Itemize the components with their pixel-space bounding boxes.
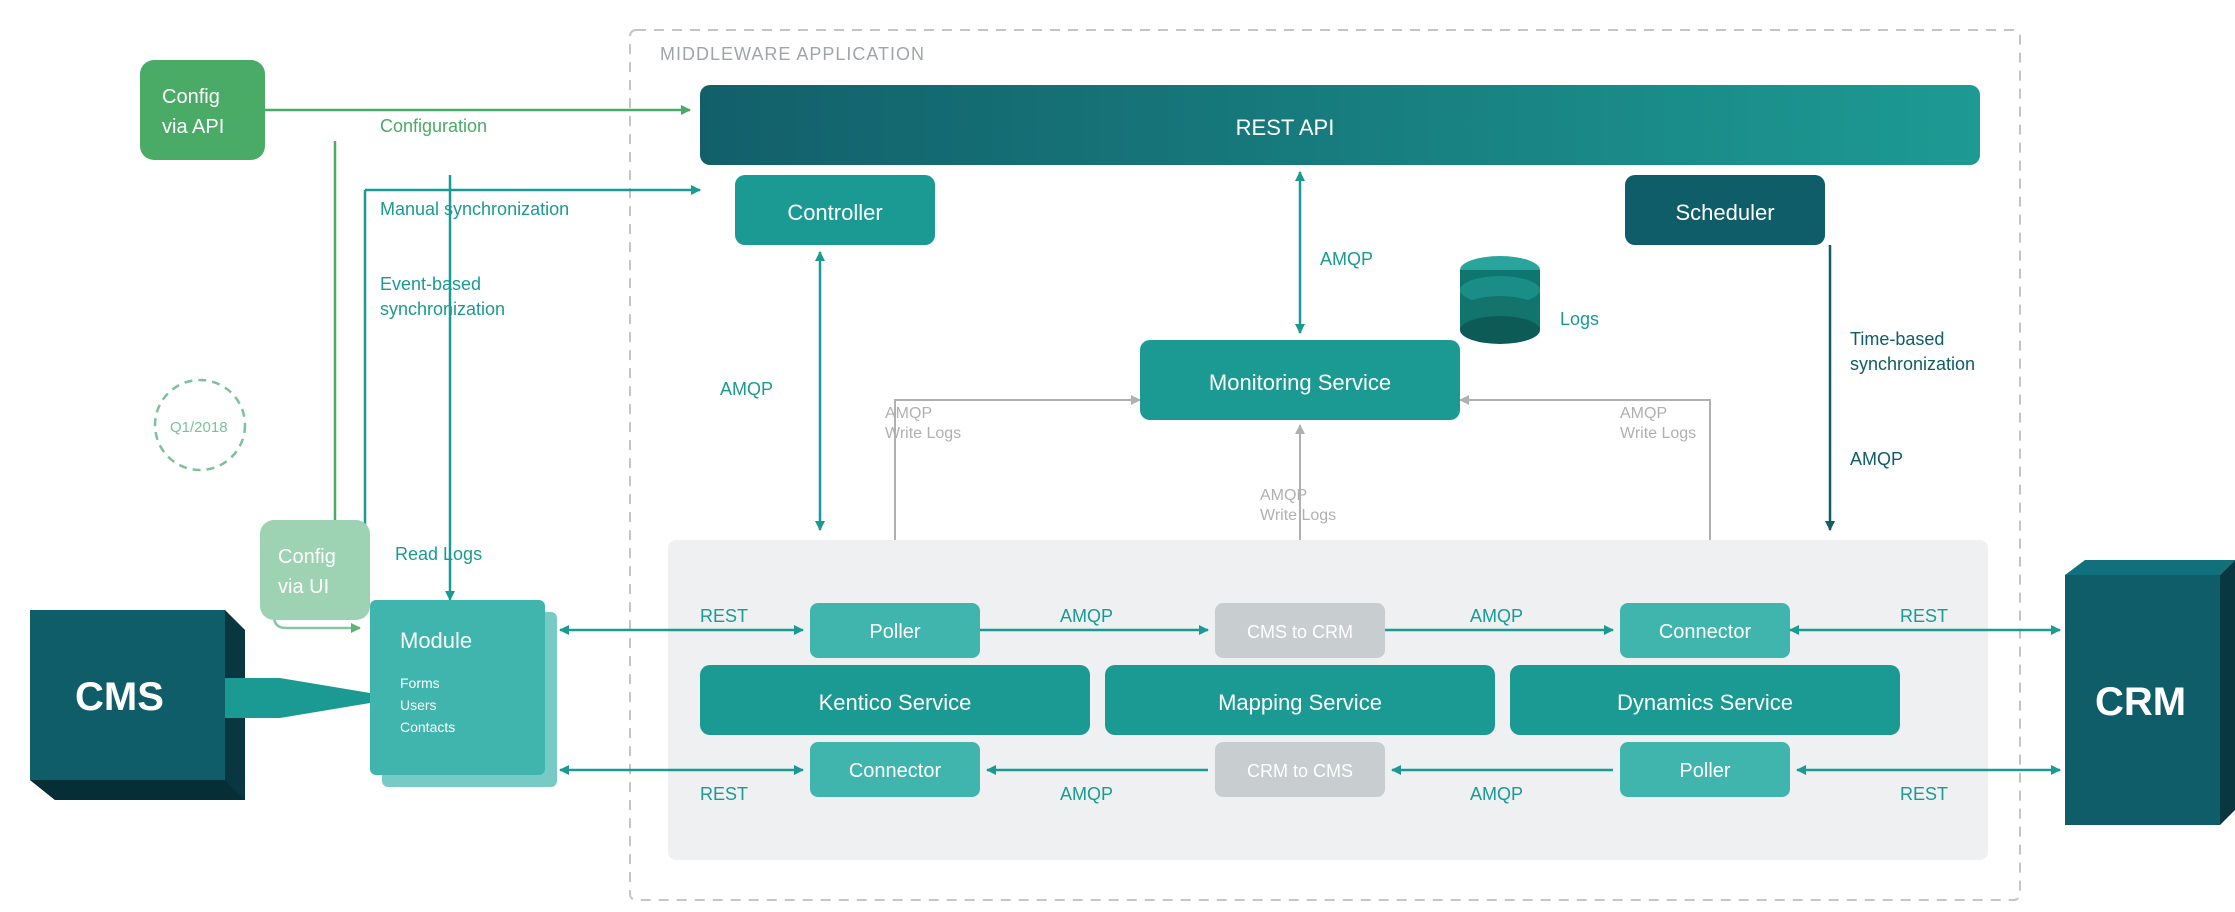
cms-text: CMS <box>75 675 164 719</box>
label-wl-m1: AMQP <box>1260 487 1307 504</box>
crm-block: CRM <box>2065 560 2235 825</box>
config-via-ui-box: Config via UI <box>260 520 370 628</box>
label-wl-d1: AMQP <box>1620 405 1667 422</box>
kentico-connector-text: Connector <box>849 760 942 782</box>
module-l1: Forms <box>400 675 440 691</box>
label-amqp-pc2: AMQP <box>1470 784 1523 804</box>
label-read-logs: Read Logs <box>395 544 482 564</box>
label-time-sync1: Time-based <box>1850 329 1944 349</box>
label-amqp-cc2: AMQP <box>1060 784 1113 804</box>
dynamics-poller-text: Poller <box>1679 760 1730 782</box>
label-configuration: Configuration <box>380 116 487 136</box>
module-box: Module Forms Users Contacts <box>370 600 557 787</box>
cms-block: CMS <box>30 610 245 800</box>
logs-text: Logs <box>1560 309 1599 329</box>
label-rest-mp: REST <box>700 606 748 626</box>
cms-to-crm-text: CMS to CRM <box>1247 622 1353 642</box>
label-rest-cp: REST <box>1900 784 1948 804</box>
label-rest-cc: REST <box>1900 606 1948 626</box>
module-l3: Contacts <box>400 719 455 735</box>
badge-text: Q1/2018 <box>170 419 228 436</box>
label-amqp-cc: AMQP <box>1470 606 1523 626</box>
controller-text: Controller <box>787 200 882 225</box>
module-text: Module <box>400 628 472 653</box>
rest-api-text: REST API <box>1236 115 1335 140</box>
label-time-sync2: synchronization <box>1850 354 1975 374</box>
label-wl-k1: AMQP <box>885 405 932 422</box>
dynamics-text: Dynamics Service <box>1617 690 1793 715</box>
label-event-sync2: synchronization <box>380 299 505 319</box>
config-api-text2: via API <box>162 116 224 138</box>
scheduler-text: Scheduler <box>1675 200 1774 225</box>
label-amqp-pc: AMQP <box>1060 606 1113 626</box>
monitoring-text: Monitoring Service <box>1209 370 1391 395</box>
middleware-header: MIDDLEWARE APPLICATION <box>660 44 925 64</box>
label-amqp-sched: AMQP <box>1850 449 1903 469</box>
config-via-api-box: Config via API <box>140 60 265 160</box>
config-ui-text2: via UI <box>278 576 329 598</box>
logs-db-icon: Logs <box>1460 256 1599 344</box>
mapping-text: Mapping Service <box>1218 690 1382 715</box>
config-api-text1: Config <box>162 86 220 108</box>
kentico-text: Kentico Service <box>819 690 972 715</box>
rest-api-bar <box>700 85 1980 165</box>
q1-2018-badge: Q1/2018 <box>155 380 245 470</box>
label-amqp-restmon: AMQP <box>1320 249 1373 269</box>
module-l2: Users <box>400 697 437 713</box>
config-ui-text1: Config <box>278 546 336 568</box>
kentico-poller-text: Poller <box>869 621 920 643</box>
label-wl-k2: Write Logs <box>885 425 961 442</box>
label-rest-cm: REST <box>700 784 748 804</box>
label-manual-sync: Manual synchronization <box>380 199 569 219</box>
cms-module-connector <box>225 678 370 718</box>
crm-to-cms-text: CRM to CMS <box>1247 761 1353 781</box>
label-event-sync1: Event-based <box>380 274 481 294</box>
label-wl-d2: Write Logs <box>1620 425 1696 442</box>
label-amqp-ctrl: AMQP <box>720 379 773 399</box>
label-wl-m2: Write Logs <box>1260 507 1336 524</box>
crm-text: CRM <box>2095 680 2186 724</box>
architecture-diagram: MIDDLEWARE APPLICATION Configuration Man… <box>0 0 2235 912</box>
dynamics-connector-text: Connector <box>1659 621 1752 643</box>
